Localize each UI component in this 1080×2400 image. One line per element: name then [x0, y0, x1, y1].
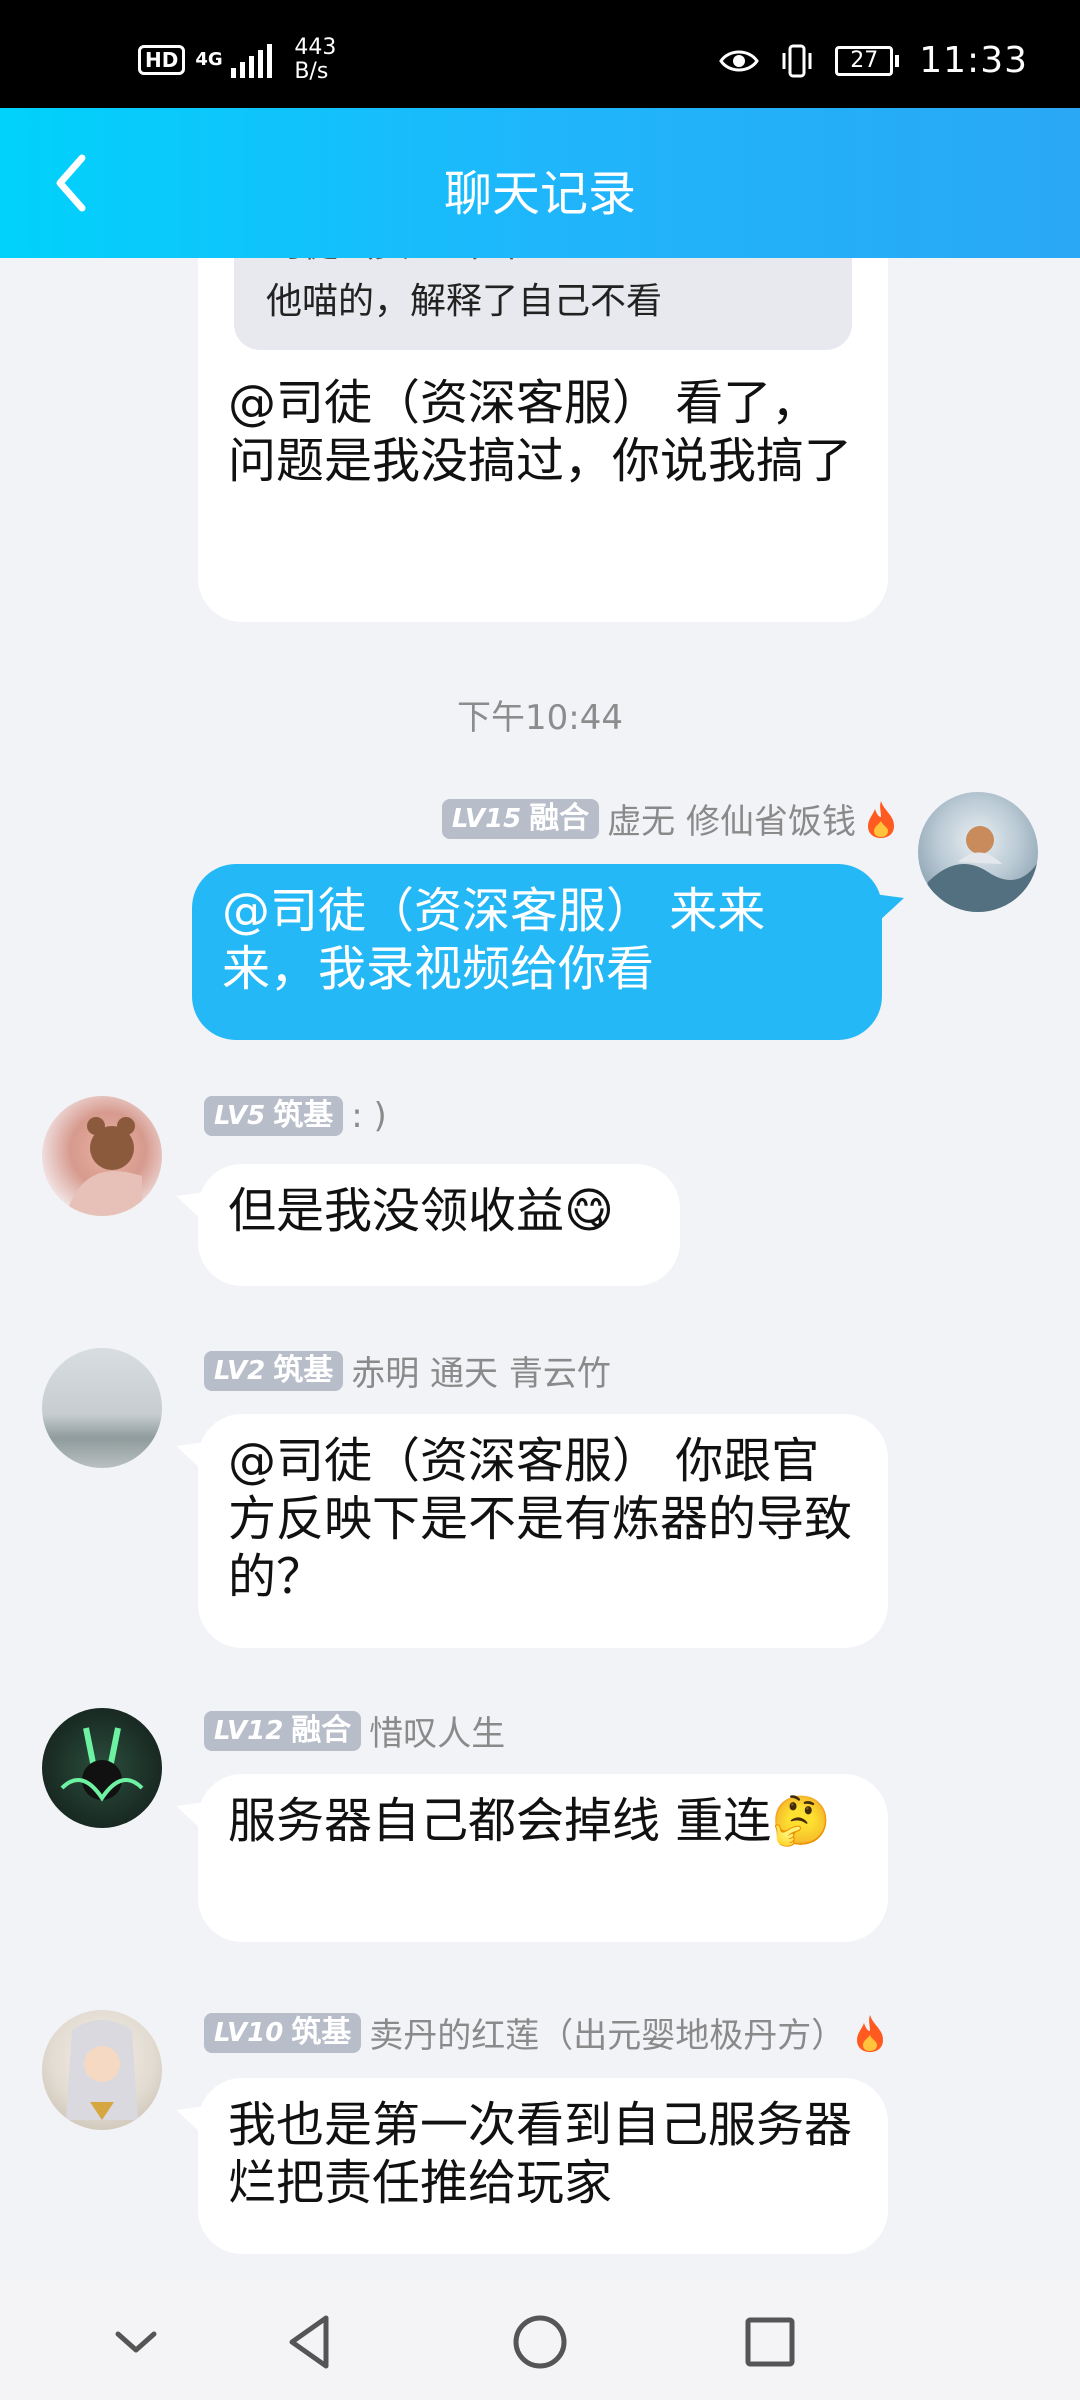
level-badge: LV5 筑基 — [204, 1096, 344, 1136]
square-recent-icon[interactable] — [738, 2310, 802, 2374]
level-badge: LV15 融合 — [441, 798, 600, 839]
title-bar: 聊天记录 — [0, 108, 1080, 258]
message-text: 服务器自己都会掉线 重连🤔 — [228, 1793, 832, 1849]
clock: 11:33 — [919, 40, 1028, 81]
quoted-message[interactable]: 司徒（资… 下午10:43 他喵的，解释了自己不看 — [234, 258, 852, 350]
speed-unit: B/s — [294, 59, 329, 84]
sender-name: 惜叹人生 — [369, 1714, 506, 1754]
avatar[interactable] — [42, 1708, 162, 1828]
status-bar: HD 4G 443 B/s 27 11:33 — [0, 0, 1080, 108]
sender-meta: LV12 融合 惜叹人生 — [204, 1706, 505, 1755]
sender-meta: LV5 筑基 : ) — [204, 1096, 387, 1136]
sender-name: 卖丹的红莲（出元婴地极丹方） — [369, 2016, 846, 2056]
sender-meta: LV2 筑基 赤明 通天 青云竹 — [204, 1346, 611, 1395]
quote-header: 司徒（资… 下午10:43 — [266, 258, 633, 274]
message-bubble[interactable]: @司徒（资深客服） 来来来，我录视频给你看 — [192, 864, 882, 1040]
level-badge: LV12 融合 — [204, 1710, 362, 1751]
hd-icon: HD — [138, 45, 186, 75]
avatar[interactable] — [918, 792, 1038, 912]
speed-value: 443 — [294, 35, 337, 60]
sender-meta: LV10 筑基 卖丹的红莲（出元婴地极丹方） — [204, 2008, 887, 2057]
fire-icon — [868, 800, 894, 838]
message-text: @司徒（资深客服） 看了，问题是我没搞过，你说我搞了 — [228, 375, 853, 489]
signal-icon — [231, 42, 273, 78]
bubble-tail — [176, 2106, 206, 2134]
sender-name: : ) — [351, 1096, 387, 1136]
vibrate-icon — [782, 44, 812, 77]
message-bubble[interactable]: @司徒（资深客服） 你跟官方反映下是不是有炼器的导致的？ — [198, 1414, 888, 1648]
fire-icon — [857, 2014, 884, 2052]
eye-icon — [719, 50, 760, 71]
sender-name: 虚无 修仙省饭钱 — [607, 802, 856, 842]
message-bubble[interactable]: 服务器自己都会掉线 重连🤔 — [198, 1774, 888, 1942]
network-type: 4G — [195, 49, 223, 70]
sender-meta: LV15 融合 虚无 修仙省饭钱 — [441, 794, 898, 843]
level-badge: LV10 筑基 — [204, 2012, 362, 2053]
page-title: 聊天记录 — [443, 166, 636, 222]
message-bubble[interactable]: 司徒（资… 下午10:43 他喵的，解释了自己不看 @司徒（资深客服） 看了，问… — [198, 258, 888, 622]
chat-list[interactable]: 司徒（资… 下午10:43 他喵的，解释了自己不看 @司徒（资深客服） 看了，问… — [0, 258, 1080, 2280]
bubble-tail — [176, 1802, 206, 1830]
quote-text: 他喵的，解释了自己不看 — [266, 281, 663, 322]
bubble-tail — [176, 1192, 206, 1220]
avatar[interactable] — [42, 1096, 162, 1216]
bubble-tail — [874, 894, 904, 922]
message-text: @司徒（资深客服） 来来来，我录视频给你看 — [222, 883, 766, 997]
message-bubble[interactable]: 我也是第一次看到自己服务器烂把责任推给玩家 — [198, 2078, 888, 2254]
status-left: HD 4G 443 B/s — [138, 36, 336, 84]
message-bubble[interactable]: 但是我没领收益😋 — [198, 1164, 680, 1286]
message-text: 但是我没领收益😋 — [228, 1183, 615, 1239]
timestamp: 下午10:44 — [457, 698, 623, 738]
level-badge: LV2 筑基 — [204, 1350, 344, 1391]
message-text: @司徒（资深客服） 你跟官方反映下是不是有炼器的导致的？ — [228, 1433, 853, 1605]
battery-icon: 27 — [835, 45, 900, 76]
bubble-tail — [176, 1442, 206, 1470]
chevron-down-icon[interactable] — [104, 2310, 168, 2374]
system-nav-bar — [0, 2280, 1080, 2400]
battery-level: 27 — [835, 45, 894, 76]
avatar[interactable] — [42, 2010, 162, 2130]
status-right: 27 11:33 — [719, 40, 1028, 81]
circle-home-icon[interactable] — [508, 2310, 572, 2374]
message-text: 我也是第一次看到自己服务器烂把责任推给玩家 — [228, 2097, 853, 2211]
sender-name: 赤明 通天 青云竹 — [351, 1354, 611, 1394]
triangle-back-icon[interactable] — [278, 2310, 342, 2374]
arrow-up-icon[interactable] — [782, 258, 822, 264]
avatar[interactable] — [42, 1348, 162, 1468]
network-speed: 443 B/s — [294, 36, 336, 84]
